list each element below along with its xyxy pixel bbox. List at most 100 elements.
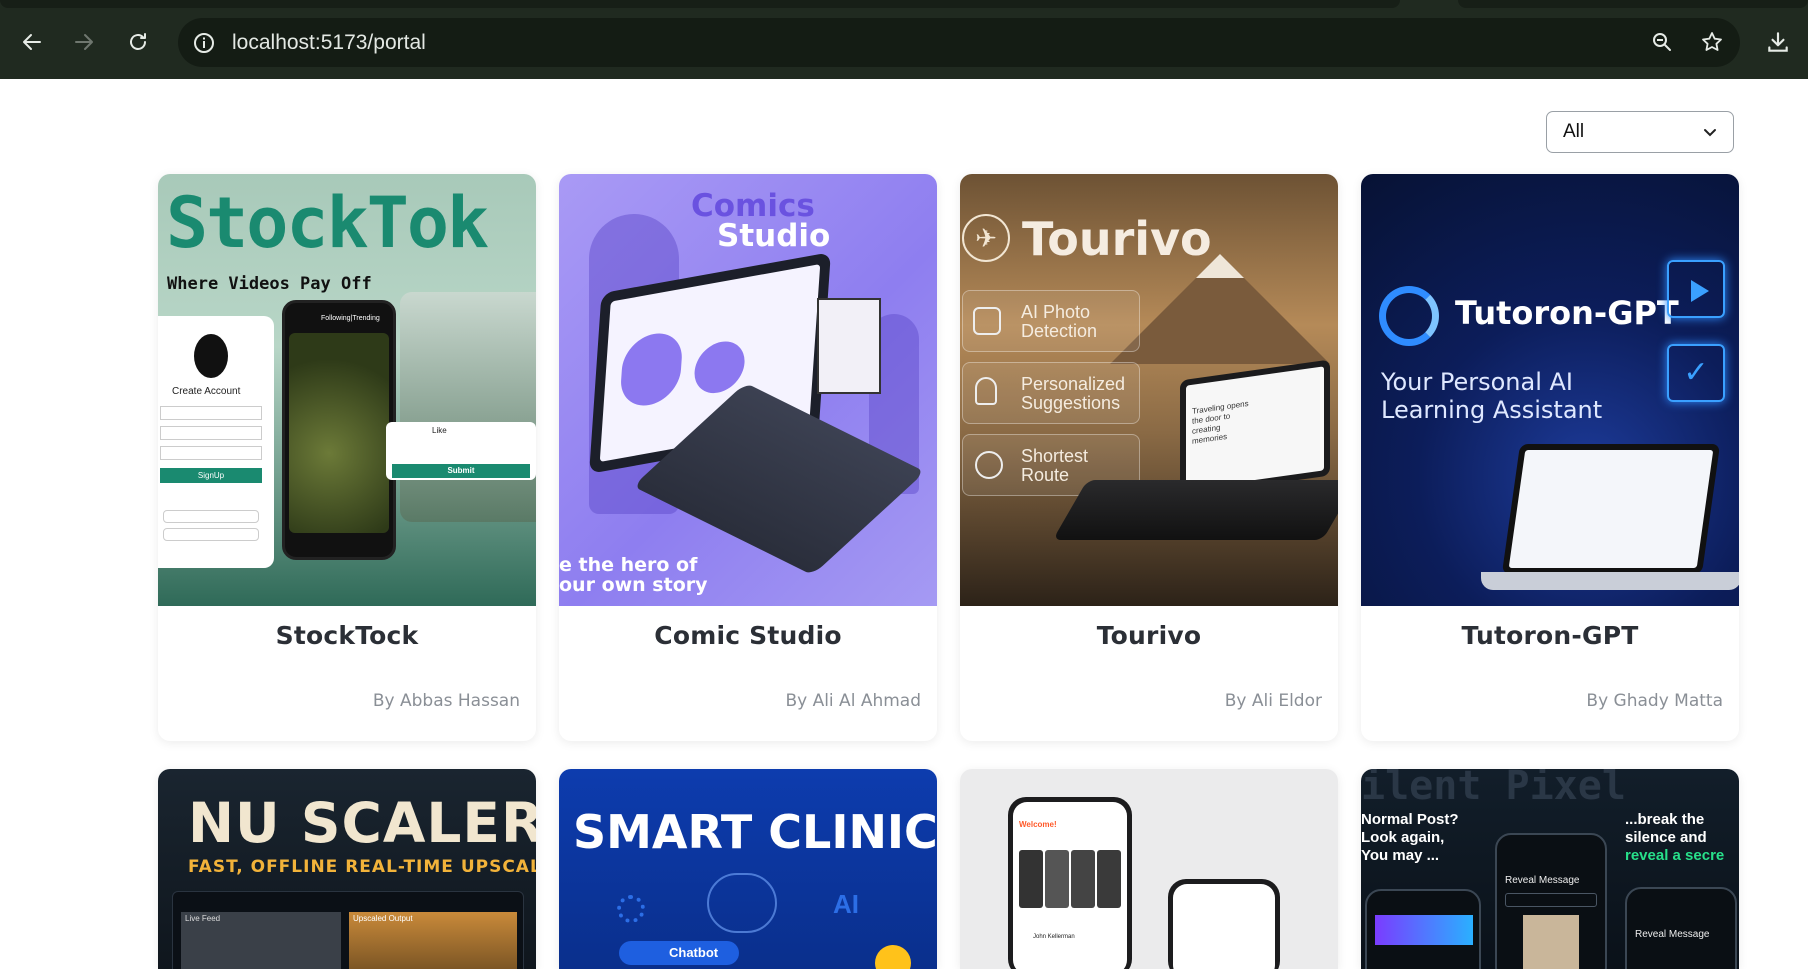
greenhouse-image: [400, 292, 536, 522]
info-circle-icon[interactable]: [190, 29, 218, 57]
category-filter-select[interactable]: All: [1546, 111, 1734, 153]
live-feed-label: Live Feed: [185, 914, 221, 923]
project-card-social-app[interactable]: Welcome! John Kellerman: [960, 769, 1338, 969]
project-author: By Ali Al Ahmad: [785, 691, 921, 711]
project-card-tourivo[interactable]: ✈ Tourivo AI Photo Detection Personalize…: [960, 174, 1338, 741]
comic-panel-strip: [817, 298, 881, 394]
project-thumbnail[interactable]: Comics Studio e the hero of our own stor…: [559, 174, 937, 606]
google-button: [163, 510, 259, 523]
phone-mockup-post: [1365, 889, 1481, 969]
project-card-comic-studio[interactable]: Comics Studio e the hero of our own stor…: [559, 174, 937, 741]
project-card-stocktock[interactable]: StockTok Where Videos Pay Off Create Acc…: [158, 174, 536, 741]
password-field: [160, 446, 262, 460]
project-title: Tourivo: [1096, 621, 1202, 650]
phone-mockup-signup: Create Account SignUp: [158, 316, 274, 568]
nu-scaler-tagline: FAST, OFFLINE REAL-TIME UPSCALER: [188, 857, 536, 877]
phone-mockup-feed: Welcome! John Kellerman: [1008, 797, 1132, 969]
browser-toolbar: localhost:5173/portal: [0, 0, 1808, 79]
project-thumbnail[interactable]: Tutoron-GPT Your Personal AI Learning As…: [1361, 174, 1739, 606]
compass-icon: [975, 451, 1003, 479]
feature-suggestions: Personalized Suggestions: [962, 362, 1140, 424]
project-card-nu-scaler[interactable]: NU SCALER FAST, OFFLINE REAL-TIME UPSCAL…: [158, 769, 536, 969]
phone-mockup-profile: [1168, 879, 1280, 969]
phone-mockup-reveal: Reveal Message: [1495, 833, 1607, 969]
name-field: [160, 406, 262, 420]
address-bar[interactable]: localhost:5173/portal: [178, 18, 1740, 67]
laptop-screen: Traveling opens the door to creating mem…: [1180, 359, 1330, 497]
gear-icon: [617, 895, 645, 923]
left-caption-line3: You may ...: [1361, 847, 1440, 864]
arrow-left-icon: [23, 34, 41, 50]
reveal-message-label-2: Reveal Message: [1635, 929, 1710, 940]
project-title: Tutoron-GPT: [1461, 621, 1639, 650]
tutoron-tagline-line2: Learning Assistant: [1381, 396, 1603, 424]
tab-strip: [0, 0, 1400, 8]
laptop-screen-text: Traveling opens the door to creating mem…: [1192, 398, 1249, 446]
forward-button[interactable]: [64, 22, 104, 62]
checkmark-icon: ✓: [1667, 344, 1725, 402]
comic-tagline-line2: our own story: [559, 574, 708, 596]
project-card-smart-clinic[interactable]: SMART CLINIC AI Chatbot: [559, 769, 937, 969]
tutoron-tagline-line1: Your Personal AI: [1381, 368, 1574, 396]
star-icon[interactable]: [1696, 26, 1728, 58]
create-account-label: Create Account: [172, 386, 241, 397]
project-thumbnail[interactable]: Welcome! John Kellerman: [960, 769, 1338, 969]
nu-scaler-logo-text: NU SCALER: [188, 791, 536, 855]
comics-logo-line2: Studio: [717, 218, 831, 254]
laptop-screen: [1501, 444, 1721, 574]
project-thumbnail[interactable]: ilent Pixel Normal Post? Look again, You…: [1361, 769, 1739, 969]
play-icon: [1667, 260, 1725, 318]
chevron-down-icon: [1704, 129, 1716, 137]
reload-icon: [130, 33, 146, 50]
download-icon: [1768, 32, 1788, 52]
feature-label: Personalized Suggestions: [1021, 374, 1126, 413]
project-thumbnail[interactable]: NU SCALER FAST, OFFLINE REAL-TIME UPSCAL…: [158, 769, 536, 969]
tourivo-logo-text: Tourivo: [1022, 212, 1212, 266]
reveal-message-label: Reveal Message: [1505, 875, 1580, 886]
project-author: By Ali Eldor: [1224, 691, 1322, 711]
reload-button[interactable]: [118, 22, 158, 62]
ai-cloud-icon: AI: [833, 889, 859, 919]
download-button[interactable]: [1760, 24, 1796, 60]
chatbot-label: Chatbot: [669, 945, 719, 960]
filter-selected-value: All: [1563, 121, 1585, 142]
project-card-silent-pixel[interactable]: ilent Pixel Normal Post? Look again, You…: [1361, 769, 1739, 969]
plane-icon: ✈: [962, 214, 1010, 262]
right-caption-line2: silence and: [1625, 829, 1707, 846]
like-panel: Like Submit: [386, 422, 536, 480]
project-title: StockTock: [275, 621, 419, 650]
feature-label: AI Photo Detection: [1021, 302, 1098, 341]
upscaled-output-label: Upscaled Output: [353, 914, 413, 923]
project-thumbnail[interactable]: StockTok Where Videos Pay Off Create Acc…: [158, 174, 536, 606]
stocktok-logo-icon: [194, 334, 228, 378]
chatbot-chip: Chatbot: [619, 941, 739, 965]
left-caption-line2: Look again,: [1361, 829, 1445, 846]
arrow-right-icon: [75, 34, 93, 50]
zoom-icon[interactable]: [1646, 26, 1678, 58]
project-thumbnail[interactable]: SMART CLINIC AI Chatbot: [559, 769, 937, 969]
sun-icon: [875, 945, 911, 969]
like-label: Like: [432, 426, 447, 435]
phone-mockup-feed: Following|Trending: [282, 300, 396, 560]
silent-pixel-logo-text: ilent Pixel: [1361, 769, 1626, 809]
url-text[interactable]: localhost:5173/portal: [232, 31, 426, 55]
signup-button: SignUp: [160, 468, 262, 483]
lightbulb-icon: [975, 377, 997, 405]
facebook-button: [163, 528, 259, 541]
comic-tagline-line1: e the hero of: [559, 554, 698, 576]
feed-tabs: Following|Trending: [321, 315, 380, 322]
project-card-tutoron-gpt[interactable]: Tutoron-GPT Your Personal AI Learning As…: [1361, 174, 1739, 741]
right-caption-line3: reveal a secre: [1625, 847, 1725, 864]
app-window: Live Feed Upscaled Output: [172, 891, 524, 969]
project-author: By Abbas Hassan: [372, 691, 520, 711]
project-thumbnail[interactable]: ✈ Tourivo AI Photo Detection Personalize…: [960, 174, 1338, 606]
stocktok-tagline: Where Videos Pay Off: [167, 274, 372, 294]
email-field: [160, 426, 262, 440]
stocktok-logo-text: StockTok: [166, 182, 489, 264]
project-author: By Ghady Matta: [1586, 691, 1723, 711]
welcome-label: Welcome!: [1019, 820, 1057, 829]
feed-video: [289, 333, 389, 533]
back-button[interactable]: [12, 22, 52, 62]
post-author: John Kellerman: [1033, 934, 1075, 940]
feature-ai-photo: AI Photo Detection: [962, 290, 1140, 352]
